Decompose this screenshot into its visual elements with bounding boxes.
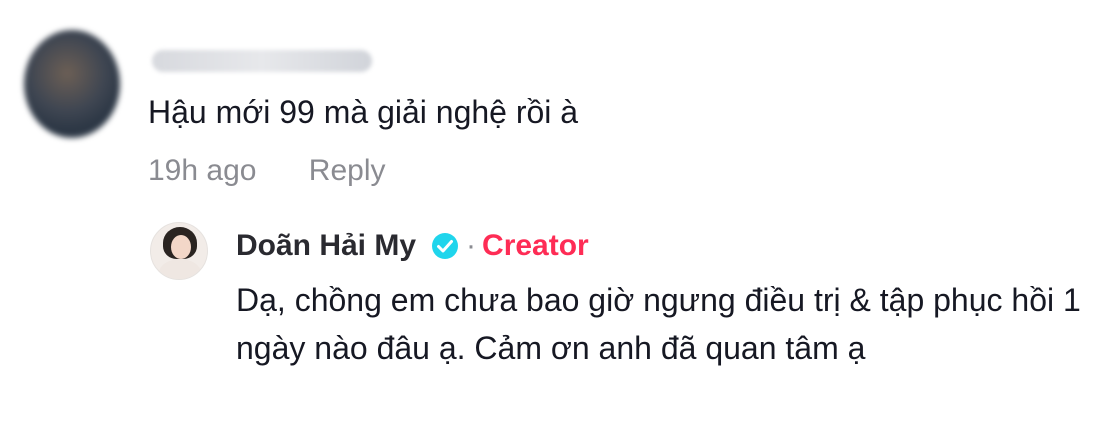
comment-meta: 19h ago Reply (148, 154, 386, 188)
reply-avatar[interactable] (150, 222, 208, 280)
verified-check-icon (430, 231, 460, 261)
creator-badge: Creator (482, 229, 589, 262)
comment-text: Hậu mới 99 mà giải nghệ rồi à (148, 94, 579, 130)
reply-header: Doãn Hải My · Creator (236, 226, 589, 266)
avatar-body (159, 259, 201, 279)
avatar-face (171, 235, 191, 259)
avatar[interactable] (24, 30, 120, 138)
reply-text: Dạ, chồng em chưa bao giờ ngưng điều trị… (236, 282, 1081, 366)
reply-author-name[interactable]: Doãn Hải My (236, 229, 416, 263)
separator-dot: · (466, 229, 477, 262)
reply-button[interactable]: Reply (309, 154, 386, 188)
username-blurred[interactable] (152, 50, 372, 72)
comment-time: 19h ago (148, 154, 257, 187)
